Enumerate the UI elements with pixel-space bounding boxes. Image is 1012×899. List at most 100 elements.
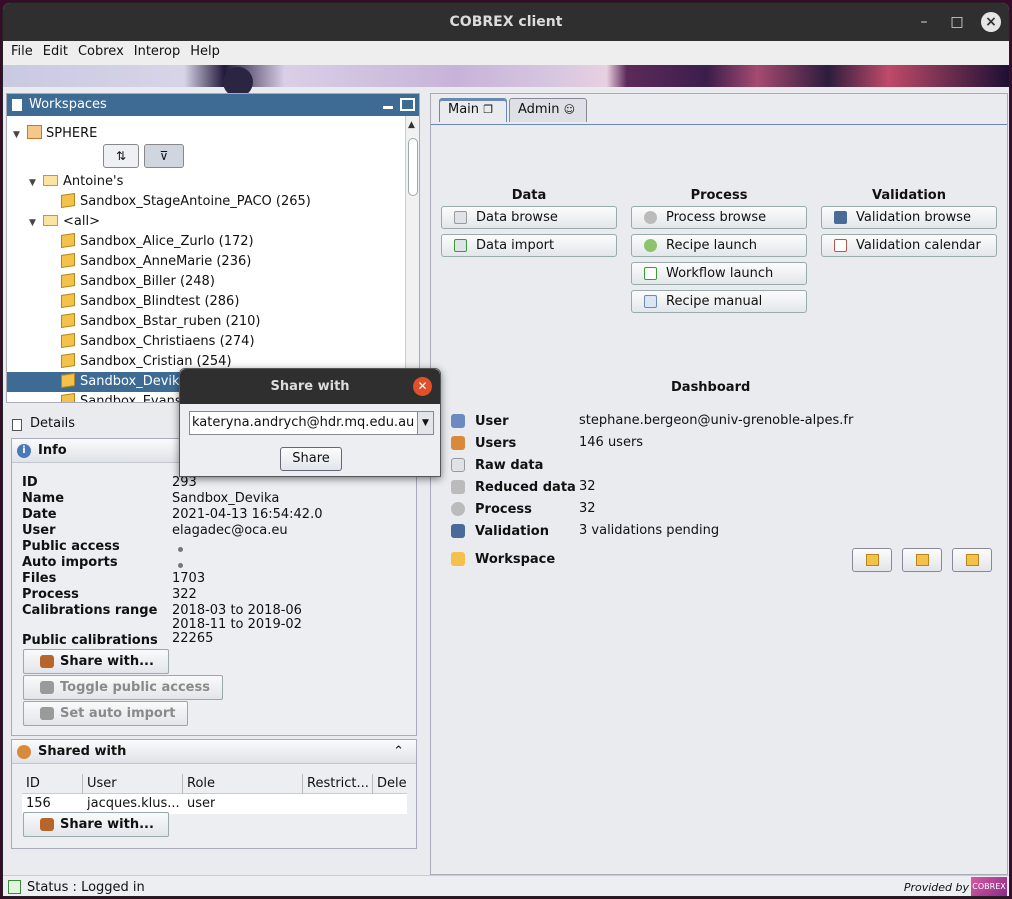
shared-with-header[interactable]: Shared with ⌃ [12,740,416,764]
panel-minimize-icon[interactable] [383,106,393,109]
filter-button[interactable]: ⊽ [144,144,184,168]
set-auto-import-button[interactable]: Set auto import [23,701,188,726]
database-add-icon [454,239,467,252]
expand-icon[interactable]: ▼ [29,213,43,233]
recipe-launch-button[interactable]: Recipe launch [631,234,807,257]
field-value: 322 [172,587,197,602]
workspace-add-icon [866,554,879,566]
workspace-add-button[interactable] [852,548,892,572]
tree-group-label: Antoine's [63,174,124,189]
field-value: elagadec@oca.eu [172,523,288,538]
col-user[interactable]: User [87,776,117,791]
app-window: COBREX client – □ × File Edit Cobrex Intero… [2,2,1010,897]
minimize-button[interactable]: – [914,12,934,32]
selected-user: kateryna.andrych@hdr.mq.edu.au [192,415,415,430]
logged-in-icon [8,880,21,894]
share-with-dialog: Share with ✕ kateryna.andrych@hdr.mq.edu… [179,368,441,477]
menu-cobrex[interactable]: Cobrex [70,41,126,59]
manual-icon [644,295,657,308]
process-browse-button[interactable]: Process browse [631,206,807,229]
workflow-launch-button[interactable]: Workflow launch [631,262,807,285]
field-value: 1703 [172,571,206,586]
workspace-remove-button[interactable] [952,548,992,572]
col-restrict[interactable]: Restrict... [307,776,369,791]
tree-item[interactable]: Sandbox_Biller (248) [61,272,215,292]
tree-root[interactable]: ▼ SPHERE [13,124,97,144]
workspace-new-button[interactable] [902,548,942,572]
toggle-public-access-button[interactable]: Toggle public access [23,675,223,700]
chevron-down-icon[interactable]: ▼ [417,412,433,434]
dash-key: Validation [475,524,549,539]
field-key: Files [22,571,57,586]
workspace-remove-icon [966,554,979,566]
sort-button[interactable]: ⇅ [103,144,139,168]
public-access-indicator [178,541,183,556]
banner-image [3,65,1009,97]
tree-item[interactable]: Sandbox_Alice_Zurlo (172) [61,232,254,252]
tab-main-label: Main [448,102,480,117]
share-with-button[interactable]: Share with... [23,649,169,674]
dash-key: User [475,414,509,429]
sandbox-icon [61,233,75,248]
user-select[interactable]: kateryna.andrych@hdr.mq.edu.au ▼ [189,411,434,435]
details-icon [12,419,22,431]
collapse-icon[interactable]: ⌃ [393,740,404,764]
maximize-button[interactable]: □ [947,12,967,32]
scroll-up-icon[interactable]: ▲ [408,120,415,130]
table-row[interactable]: 156 jacques.klus... user [22,794,407,814]
tree-item-label: Sandbox_Christiaens (274) [80,334,255,349]
tree-item[interactable]: Sandbox_Blindtest (286) [61,292,239,312]
dialog-title: Share with [270,379,350,394]
menu-help[interactable]: Help [182,41,222,59]
tree-scrollbar[interactable]: ▲ [405,116,419,402]
status-bar: Status : Logged in Provided by COBREX [3,875,1009,896]
col-role[interactable]: Role [187,776,215,791]
field-key: ID [22,475,38,490]
title-bar: COBREX client – □ × [3,3,1009,41]
users-icon [451,436,465,450]
data-import-button[interactable]: Data import [441,234,617,257]
share-icon [40,818,54,831]
dash-key: Workspace [475,552,556,567]
col-id[interactable]: ID [26,776,40,791]
workspace-icon [451,552,465,566]
scroll-thumb[interactable] [408,138,418,196]
recipe-manual-button[interactable]: Recipe manual [631,290,807,313]
shared-share-with-button[interactable]: Share with... [23,812,169,837]
dialog-close-icon[interactable]: ✕ [413,377,432,396]
dash-value: 32 [579,501,596,516]
tree-item[interactable]: Sandbox_Evans ( [61,392,191,402]
details-title: Details [30,416,76,431]
folder-icon [43,215,58,226]
sandbox-icon [61,393,75,402]
dash-key: Raw data [475,458,544,473]
tab-underline [431,124,1007,125]
validation-browse-button[interactable]: Validation browse [821,206,997,229]
expand-icon[interactable]: ▼ [29,173,43,193]
tab-main[interactable]: Main ❐ [439,98,507,122]
data-browse-button[interactable]: Data browse [441,206,617,229]
tree-group[interactable]: ▼ Antoine's [29,172,123,192]
table-header: ID User Role Restrict... Dele [22,774,407,794]
tab-admin[interactable]: Admin ☺ [509,98,587,122]
expand-icon[interactable]: ▼ [13,125,27,145]
tree-item[interactable]: Sandbox_Christiaens (274) [61,332,255,352]
info-icon: i [17,444,31,458]
tree-group[interactable]: ▼ <all> [29,212,100,232]
menu-edit[interactable]: Edit [35,41,70,59]
dash-key: Users [475,436,517,451]
folder-icon [43,175,58,186]
tree-item[interactable]: Sandbox_Bstar_ruben (210) [61,312,260,332]
database-icon [454,211,467,224]
col-delete[interactable]: Dele [377,776,407,791]
tree-item[interactable]: Sandbox_AnneMarie (236) [61,252,251,272]
close-button[interactable]: × [981,12,1001,32]
panel-maximize-icon[interactable] [400,98,415,111]
share-button[interactable]: Share [280,447,342,471]
menu-interop[interactable]: Interop [126,41,182,59]
validation-calendar-button[interactable]: Validation calendar [821,234,997,257]
field-key: Public access [22,539,120,554]
menu-file[interactable]: File [3,41,35,59]
sandbox-icon [61,293,75,308]
tree-item[interactable]: Sandbox_StageAntoine_PACO (265) [61,192,311,212]
